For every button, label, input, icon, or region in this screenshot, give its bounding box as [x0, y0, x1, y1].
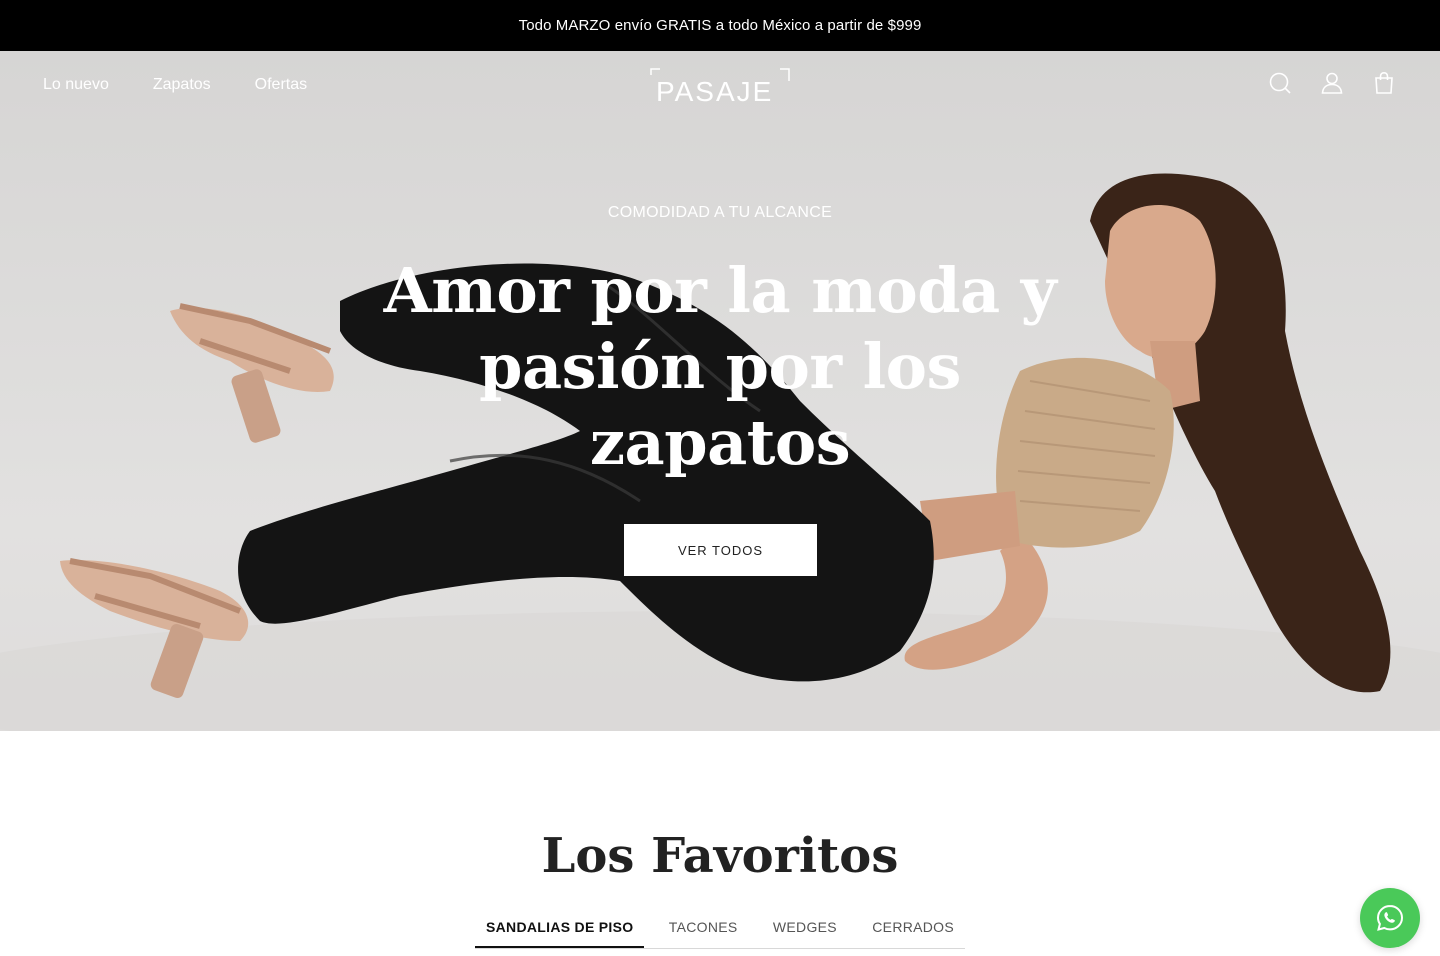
tab-wedges[interactable]: WEDGES — [762, 907, 848, 948]
section-title: Los Favoritos — [541, 828, 899, 884]
ver-todos-button[interactable]: VER TODOS — [624, 524, 817, 576]
whatsapp-button[interactable] — [1360, 888, 1420, 948]
whatsapp-icon — [1376, 904, 1404, 931]
hero-title: Amor por la moda y pasión por los zapato… — [383, 254, 1057, 479]
hero-subtitle: COMODIDAD A TU ALCANCE — [607, 204, 833, 221]
nav-ofertas[interactable]: Ofertas — [255, 73, 307, 97]
nav-lo-nuevo[interactable]: Lo nuevo — [43, 73, 109, 97]
announcement-text: Todo MARZO envío GRATIS a todo México a … — [518, 17, 922, 34]
main-nav: Lo nuevo Zapatos Ofertas — [43, 73, 307, 97]
header-actions — [1268, 71, 1396, 95]
category-tabs: SANDALIAS DE PISO TACONES WEDGES CERRADO… — [475, 907, 965, 949]
tab-sandalias-de-piso[interactable]: SANDALIAS DE PISO — [475, 907, 645, 948]
search-icon[interactable] — [1268, 71, 1292, 95]
tab-cerrados[interactable]: CERRADOS — [861, 907, 965, 948]
brand-logo[interactable]: PASAJE — [648, 67, 792, 107]
hero-banner: Lo nuevo Zapatos Ofertas PASAJE COMODIDA… — [0, 51, 1440, 731]
nav-zapatos[interactable]: Zapatos — [153, 73, 211, 97]
cart-icon[interactable] — [1372, 71, 1396, 95]
announcement-bar: Todo MARZO envío GRATIS a todo México a … — [0, 0, 1440, 51]
account-icon[interactable] — [1320, 71, 1344, 95]
svg-text:PASAJE: PASAJE — [656, 76, 773, 107]
tab-tacones[interactable]: TACONES — [658, 907, 749, 948]
